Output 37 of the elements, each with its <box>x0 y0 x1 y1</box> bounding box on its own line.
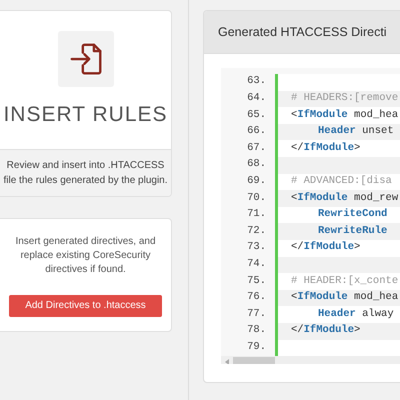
card-title: INSERT RULES <box>3 102 168 128</box>
line-number: 64. <box>221 90 275 108</box>
line-number: 74. <box>221 256 275 274</box>
line-number: 69. <box>221 174 275 190</box>
file-import-icon <box>58 31 114 87</box>
line-number: 72. <box>221 223 275 240</box>
line-number: 70. <box>221 190 275 207</box>
line-number: 79. <box>221 340 275 356</box>
line-number: 75. <box>221 273 275 290</box>
action-description: Insert generated directives, and replace existing CoreSecurity directives if found. <box>14 234 157 276</box>
code-line: </IfModule> <box>290 240 360 256</box>
code-line: </IfModule> <box>290 140 360 156</box>
code-line: </IfModule> <box>290 323 360 338</box>
line-number: 71. <box>221 206 275 224</box>
code-line: <IfModule mod_rew <box>290 190 398 206</box>
code-line: <IfModule mod_hea <box>290 108 398 123</box>
line-number: 66. <box>221 124 275 140</box>
code-line: # HEADER:[x_conte <box>290 274 398 289</box>
line-number: 63. <box>221 74 275 91</box>
code-line: Header alway <box>317 306 394 322</box>
line-number: 68. <box>221 156 275 174</box>
code-line: RewriteCond <box>317 207 388 222</box>
line-number: 76. <box>221 290 275 306</box>
code-line: <IfModule mod_hea <box>290 290 398 306</box>
card-description: Review and insert into .HTACCESS file the rules generated by the plugin. <box>0 148 171 196</box>
line-number: 67. <box>221 140 275 157</box>
code-line: Header unset <box>317 124 394 140</box>
panel-title: Generated HTACCESS Directi <box>204 11 400 54</box>
line-number: 78. <box>221 322 275 340</box>
add-directives-button[interactable]: Add Directives to .htaccess <box>9 294 162 316</box>
code-line: RewriteRule <box>317 224 388 239</box>
scrollbar-thumb[interactable] <box>233 357 275 364</box>
line-number: 73. <box>221 240 275 257</box>
line-number: 77. <box>221 306 275 323</box>
line-number: 65. <box>221 107 275 124</box>
code-line: # HEADERS:[remove <box>290 91 398 106</box>
code-line: # ADVANCED:[disa <box>290 174 392 189</box>
